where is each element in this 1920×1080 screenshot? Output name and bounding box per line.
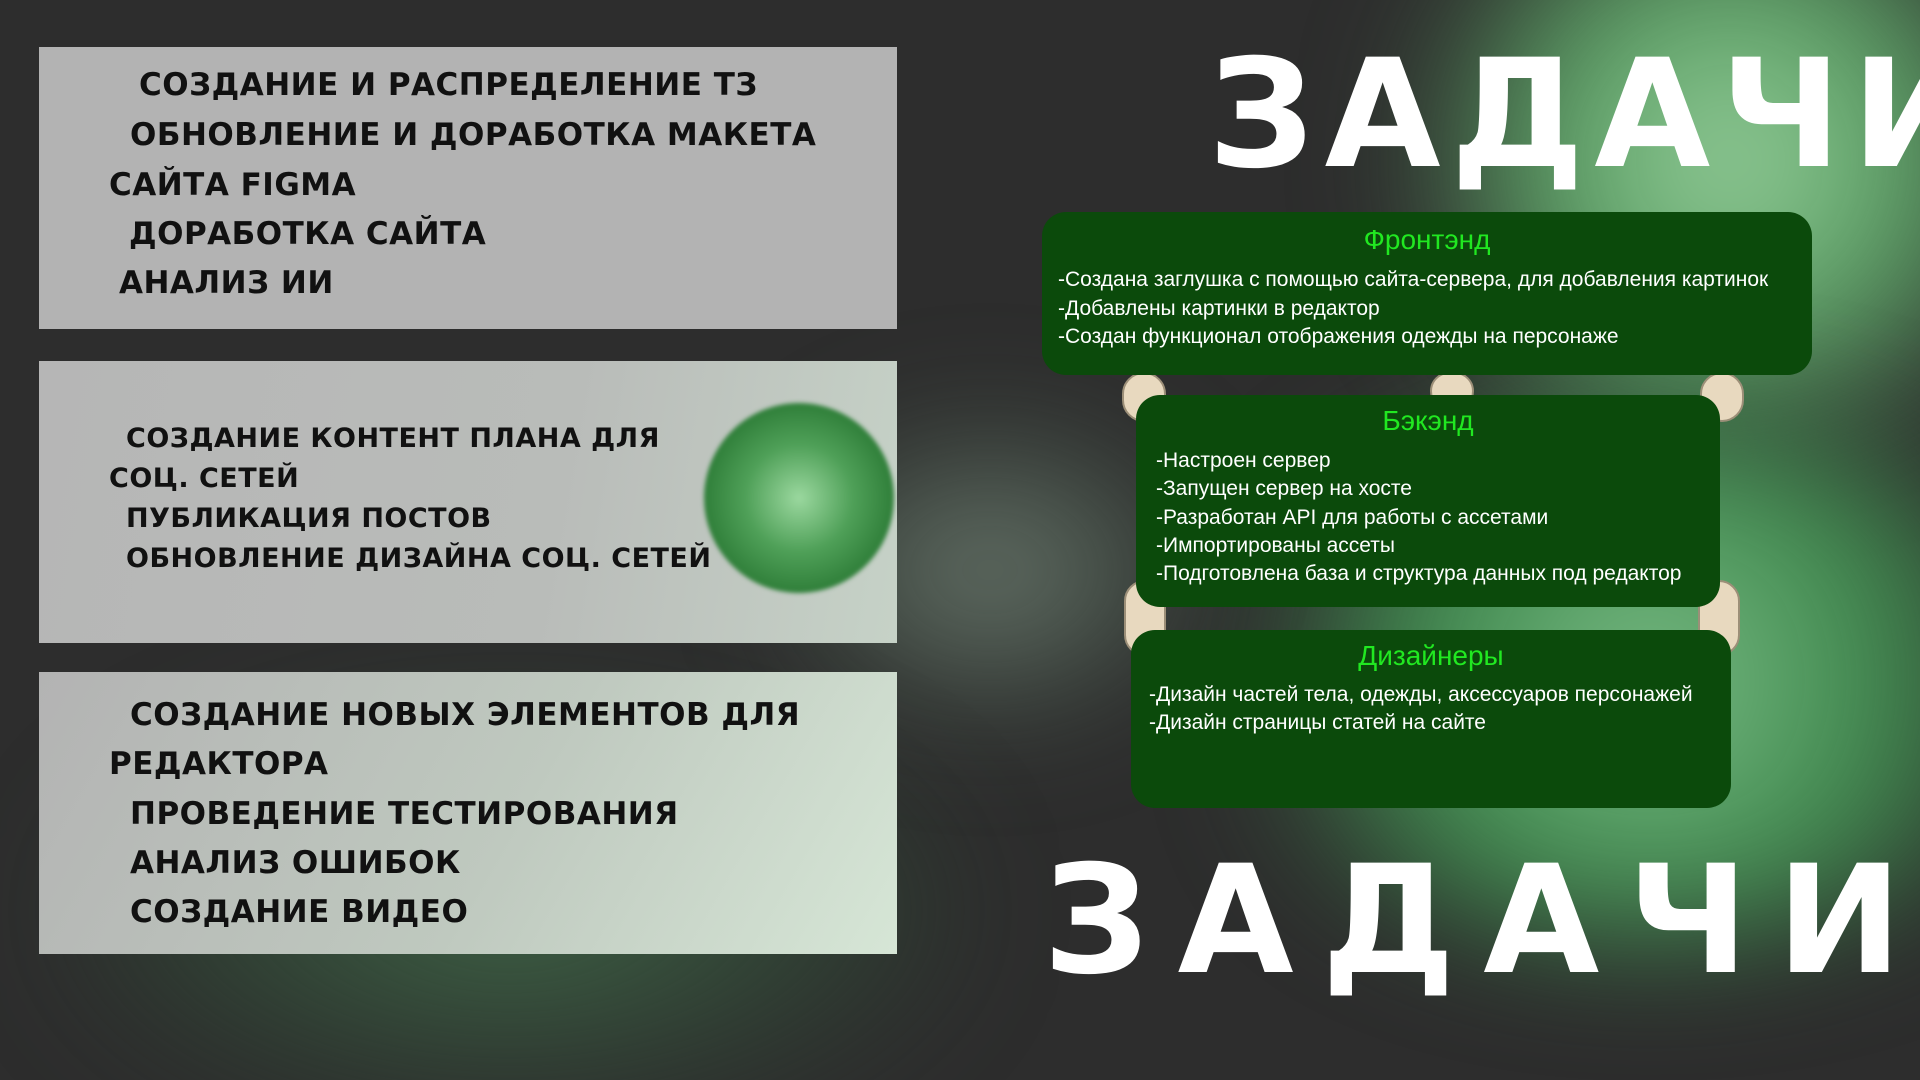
- panel-line: Создание и распределение ТЗ: [139, 67, 758, 103]
- card-item: -Дизайн страницы статей на сайте: [1149, 711, 1486, 734]
- card-item: -Создан функционал отображения одежды на…: [1058, 325, 1619, 348]
- green-orb-decoration: [704, 403, 894, 593]
- card-item: -Добавлены картинки в редактор: [1058, 297, 1380, 320]
- panel-line: Создание новых элементов для: [130, 697, 801, 733]
- card-title: Бэкэнд: [1382, 405, 1474, 436]
- tasks-panel-management: Создание и распределение ТЗ Обновление и…: [39, 47, 897, 329]
- tasks-panel-editor: Создание новых элементов для редактора П…: [39, 672, 897, 954]
- panel-line: Обновление и доработка макета: [130, 117, 817, 153]
- panel-line: Создание видео: [130, 894, 469, 930]
- card-item: -Дизайн частей тела, одежды, аксессуаров…: [1149, 683, 1693, 706]
- card-item: -Запущен сервер на хосте: [1156, 477, 1412, 500]
- panel-line: сайта Figma: [109, 167, 357, 203]
- card-title: Фронтэнд: [1363, 224, 1491, 255]
- panel-line: Проведение тестирования: [130, 796, 679, 832]
- panel-line: Анализ ошибок: [130, 845, 461, 881]
- card-designers: Дизайнеры -Дизайн частей тела, одежды, а…: [1131, 630, 1731, 808]
- card-item: -Настроен сервер: [1156, 449, 1331, 472]
- panel-line: Публикация постов: [126, 503, 492, 534]
- panel-line: Анализ ИИ: [119, 265, 334, 301]
- card-backend: Бэкэнд -Настроен сервер -Запущен сервер …: [1136, 395, 1720, 607]
- card-item: -Создана заглушка с помощью сайта-сервер…: [1058, 268, 1769, 291]
- panel-line: соц. сетей: [109, 463, 300, 494]
- card-item: -Разработан API для работы с ассетами: [1156, 506, 1549, 529]
- panel-line: Доработка сайта: [129, 216, 487, 252]
- headline-top: ЗАДАЧИ: [1208, 28, 1920, 202]
- card-item: -Импортированы ассеты: [1156, 534, 1395, 557]
- card-frontend: Фронтэнд -Создана заглушка с помощью сай…: [1042, 212, 1812, 375]
- panel-line: Создание контент плана для: [126, 423, 660, 454]
- panel-line: редактора: [109, 746, 329, 782]
- card-title: Дизайнеры: [1358, 640, 1504, 671]
- panel-line: Обновление дизайна соц. сетей: [126, 543, 712, 574]
- card-item: -Подготовлена база и структура данных по…: [1156, 562, 1682, 585]
- tasks-panel-social: Создание контент плана для соц. сетей Пу…: [39, 361, 897, 643]
- headline-bottom: ЗАДАЧИ: [1043, 834, 1920, 1008]
